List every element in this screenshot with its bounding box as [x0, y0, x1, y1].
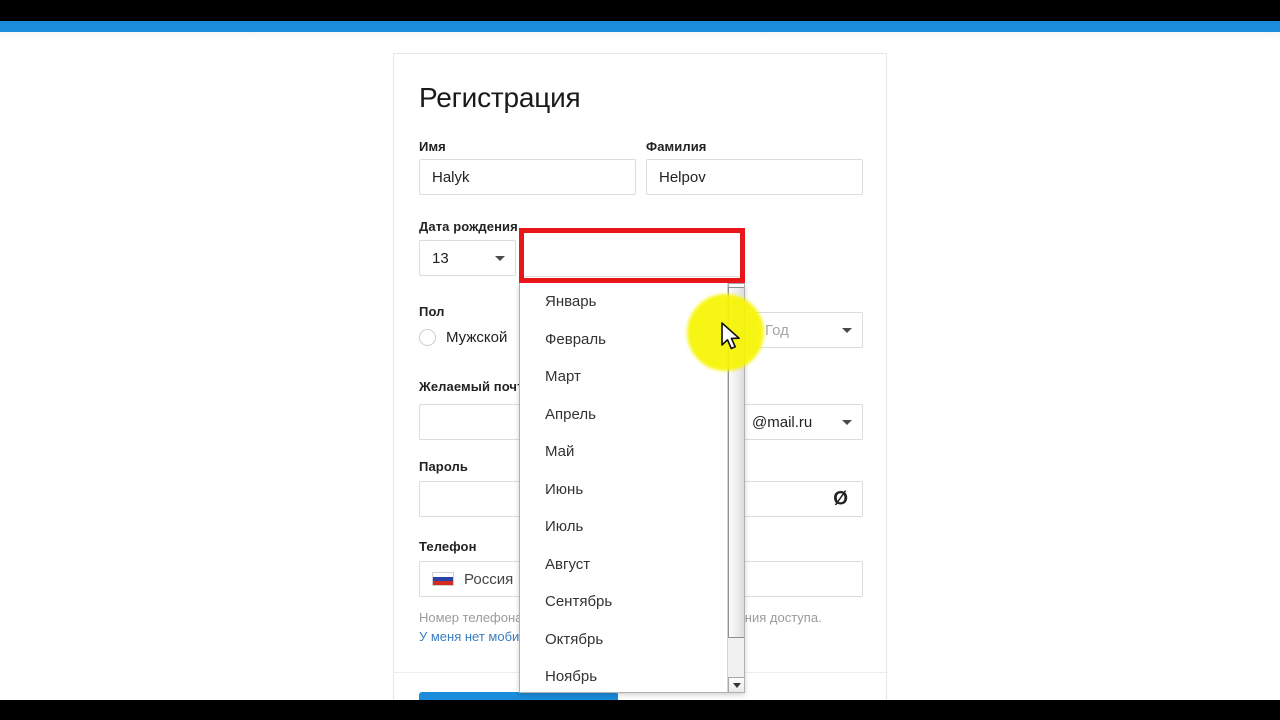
chevron-down-icon	[842, 327, 852, 333]
list-item[interactable]: Июль	[520, 508, 727, 546]
last-name-input[interactable]: Helpov	[646, 159, 863, 195]
mail-domain-value: @mail.ru	[752, 413, 813, 431]
birth-date-label: Дата рождения	[419, 219, 518, 234]
ru-flag-icon	[432, 572, 454, 586]
birth-day-value: 13	[432, 249, 449, 267]
eye-slash-icon[interactable]: Ø	[833, 490, 848, 509]
last-name-value: Helpov	[659, 168, 706, 186]
first-name-input[interactable]: Halyk	[419, 159, 636, 195]
radio-circle-icon	[419, 329, 436, 346]
chevron-down-icon	[842, 419, 852, 425]
birth-day-select[interactable]: 13	[419, 240, 516, 276]
list-item[interactable]: Ноябрь	[520, 658, 727, 692]
list-item[interactable]: Июнь	[520, 471, 727, 509]
first-name-value: Halyk	[432, 168, 470, 186]
list-item[interactable]: Апрель	[520, 396, 727, 434]
mouse-cursor-icon	[721, 322, 743, 359]
last-name-label: Фамилия	[646, 139, 707, 154]
browser-accent-bar	[0, 21, 1280, 32]
password-label: Пароль	[419, 459, 468, 474]
letterbox-top	[0, 0, 1280, 21]
birth-year-value: Год	[765, 321, 789, 339]
phone-country-value: Россия	[464, 570, 514, 588]
first-name-label: Имя	[419, 139, 446, 154]
gender-radio-male[interactable]: Мужской	[419, 329, 507, 346]
mail-domain-select[interactable]: @mail.ru	[739, 404, 863, 440]
list-item[interactable]: Май	[520, 433, 727, 471]
chevron-down-icon	[495, 255, 505, 261]
scroll-down-arrow-icon[interactable]	[728, 677, 744, 692]
gender-label: Пол	[419, 304, 445, 319]
page-top-fade	[0, 32, 1280, 40]
screen: Регистрация Имя Halyk Фамилия Helpov Дат…	[0, 0, 1280, 720]
list-item[interactable]: Март	[520, 358, 727, 396]
birth-year-select[interactable]: Год	[752, 312, 863, 348]
page-title: Регистрация	[419, 82, 581, 113]
list-item[interactable]: Октябрь	[520, 621, 727, 659]
gender-male-label: Мужской	[446, 329, 508, 346]
letterbox-bottom	[0, 700, 1280, 720]
phone-label: Телефон	[419, 539, 477, 554]
list-item[interactable]: Август	[520, 546, 727, 584]
list-item[interactable]: Сентябрь	[520, 583, 727, 621]
